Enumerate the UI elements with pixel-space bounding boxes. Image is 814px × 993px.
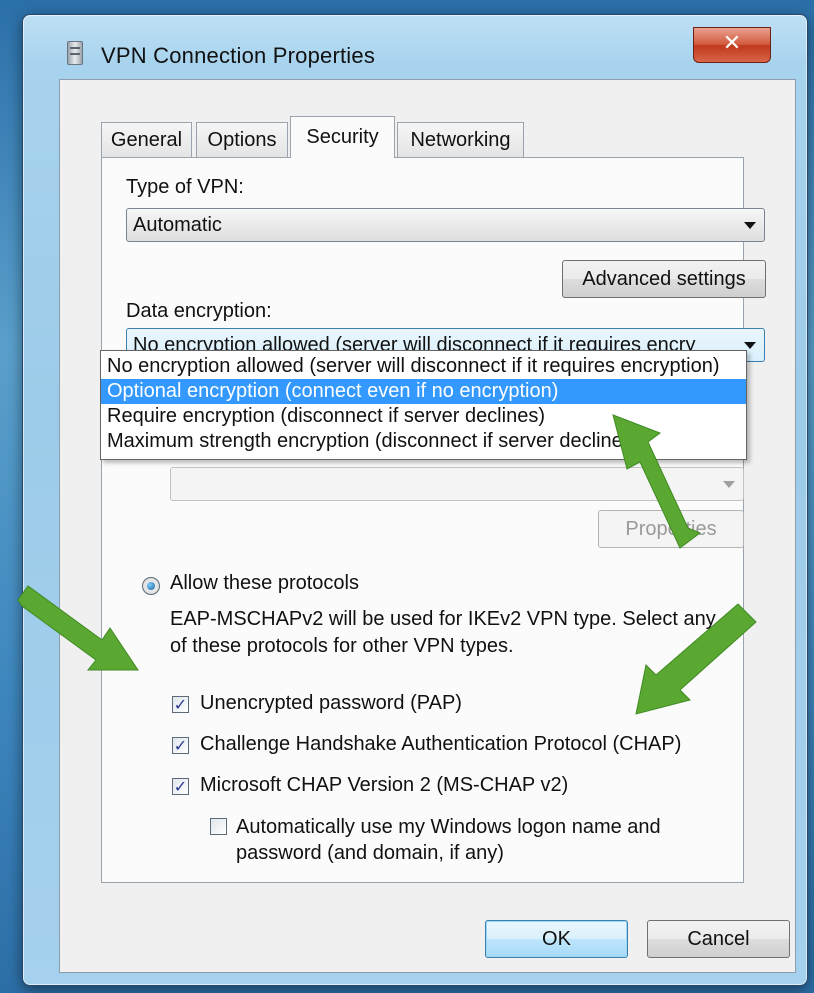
annotation-arrows — [17, 414, 757, 715]
arrow-icon — [17, 585, 139, 671]
arrow-icon — [612, 414, 701, 549]
arrow-icon — [635, 603, 757, 715]
